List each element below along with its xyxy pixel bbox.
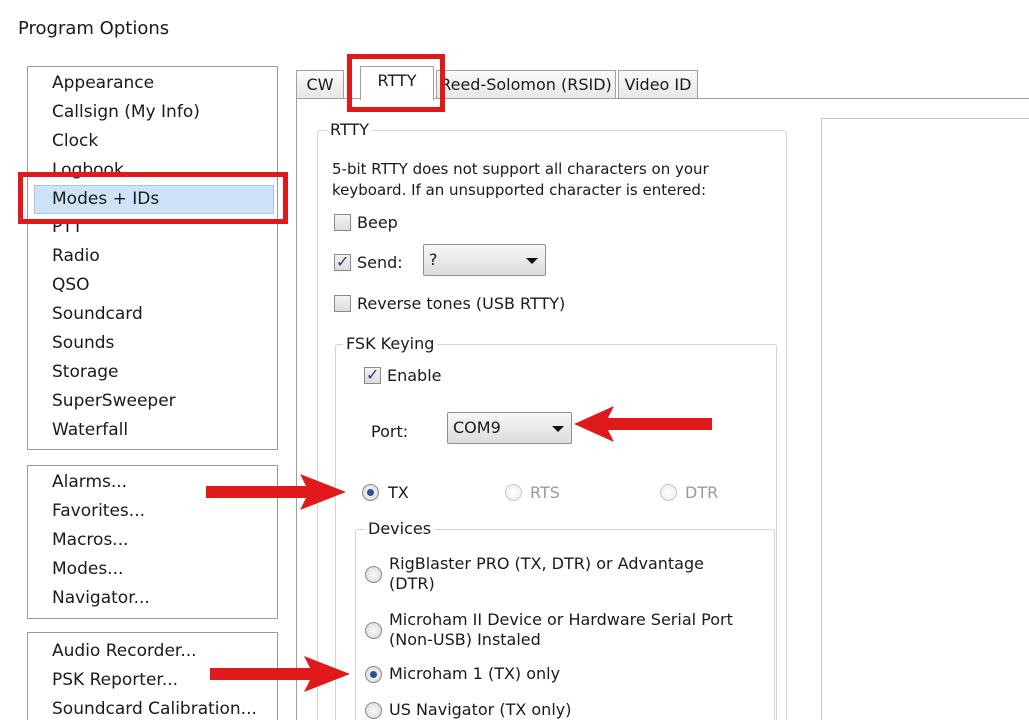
beep-checkbox[interactable] bbox=[334, 214, 351, 231]
device-rigblaster-line1: RigBlaster PRO (TX, DTR) or Advantage bbox=[389, 554, 704, 573]
highlight-box-rtty-tab bbox=[347, 54, 445, 112]
category-item[interactable]: Callsign (My Info) bbox=[52, 102, 200, 122]
pin-rts-radio[interactable] bbox=[505, 484, 522, 501]
checkmark-icon: ✓ bbox=[366, 365, 380, 384]
send-char-value: ? bbox=[429, 250, 438, 269]
pin-dtr-radio[interactable] bbox=[660, 484, 677, 501]
device-rigblaster-radio[interactable] bbox=[365, 566, 382, 583]
dialog-item[interactable]: Modes... bbox=[52, 559, 123, 579]
fsk-enable-label: Enable bbox=[387, 366, 442, 385]
dialog-item[interactable]: Alarms... bbox=[52, 472, 127, 492]
device-microham2-line2: (Non-USB) Instaled bbox=[389, 630, 541, 649]
category-item[interactable]: Appearance bbox=[52, 73, 154, 93]
pin-dtr-label: DTR bbox=[685, 483, 719, 502]
device-microham1-label: Microham 1 (TX) only bbox=[389, 664, 561, 683]
send-checkbox[interactable]: ✓ bbox=[334, 252, 351, 271]
tool-item[interactable]: PSK Reporter... bbox=[52, 670, 178, 690]
preview-panel bbox=[821, 118, 1029, 720]
port-select[interactable]: COM9 bbox=[447, 412, 572, 444]
tool-item[interactable]: Audio Recorder... bbox=[52, 641, 197, 661]
device-microham2-radio[interactable] bbox=[365, 622, 382, 639]
arrow-port-icon bbox=[574, 406, 712, 442]
arrow-microham-icon bbox=[210, 656, 350, 692]
highlight-box-modes bbox=[18, 172, 288, 224]
tab-rsid[interactable]: Reed-Solomon (RSID) bbox=[436, 70, 616, 100]
category-item[interactable]: Waterfall bbox=[52, 420, 128, 440]
port-value: COM9 bbox=[453, 418, 501, 437]
category-list: Appearance Callsign (My Info) Clock Logb… bbox=[27, 66, 278, 450]
send-label: Send: bbox=[357, 253, 403, 272]
pin-tx-label: TX bbox=[388, 483, 409, 502]
dialog-item[interactable]: Macros... bbox=[52, 530, 129, 550]
pin-tx-radio[interactable] bbox=[362, 484, 379, 501]
fsk-enable-checkbox[interactable]: ✓ bbox=[364, 365, 381, 384]
category-item[interactable]: Storage bbox=[52, 362, 119, 382]
tool-item[interactable]: Soundcard Calibration... bbox=[52, 699, 257, 719]
fsk-group-label: FSK Keying bbox=[343, 334, 438, 353]
tab-video-id[interactable]: Video ID bbox=[618, 70, 698, 100]
tab-cw[interactable]: CW bbox=[296, 70, 344, 100]
dialog-item[interactable]: Favorites... bbox=[52, 501, 145, 521]
dialog-item[interactable]: Navigator... bbox=[52, 588, 150, 608]
category-item[interactable]: Clock bbox=[52, 131, 98, 151]
chevron-down-icon bbox=[526, 258, 538, 264]
chevron-down-icon bbox=[552, 426, 564, 432]
reverse-tones-label: Reverse tones (USB RTTY) bbox=[357, 294, 566, 313]
category-item[interactable]: Soundcard bbox=[52, 304, 143, 324]
category-item[interactable]: Radio bbox=[52, 246, 100, 266]
send-char-select[interactable]: ? bbox=[423, 244, 546, 276]
device-microham2-line1: Microham II Device or Hardware Serial Po… bbox=[389, 610, 733, 629]
arrow-tx-icon bbox=[206, 474, 346, 510]
devices-group-label: Devices bbox=[365, 519, 435, 538]
window-title: Program Options bbox=[18, 18, 170, 39]
device-microham1-radio[interactable] bbox=[365, 666, 382, 683]
category-item[interactable]: SuperSweeper bbox=[52, 391, 176, 411]
port-label: Port: bbox=[371, 422, 409, 441]
beep-label: Beep bbox=[357, 213, 398, 232]
reverse-tones-checkbox[interactable] bbox=[334, 295, 351, 312]
device-usnavigator-label: US Navigator (TX only) bbox=[389, 700, 572, 719]
category-item[interactable]: QSO bbox=[52, 275, 90, 295]
rtty-group-label: RTTY bbox=[327, 120, 372, 139]
device-rigblaster-line2: (DTR) bbox=[389, 574, 435, 593]
pin-rts-label: RTS bbox=[530, 483, 560, 502]
rtty-note-line2: keyboard. If an unsupported character is… bbox=[332, 181, 707, 199]
category-item[interactable]: Sounds bbox=[52, 333, 114, 353]
rtty-note-line1: 5-bit RTTY does not support all characte… bbox=[332, 160, 709, 178]
device-usnavigator-radio[interactable] bbox=[365, 702, 382, 719]
checkmark-icon: ✓ bbox=[336, 252, 350, 271]
